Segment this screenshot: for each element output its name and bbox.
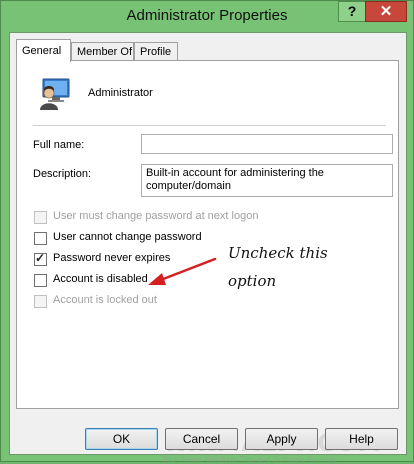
close-button[interactable]: ✕: [365, 1, 407, 22]
help-button[interactable]: Help: [325, 428, 398, 450]
tab-general[interactable]: General: [16, 39, 71, 62]
password-never-expires-checkbox[interactable]: ✓: [34, 251, 47, 266]
account-locked-out-label: Account is locked out: [53, 294, 157, 306]
must-change-password-label: User must change password at next logon: [53, 210, 259, 222]
annotation-arrow-icon: [148, 257, 217, 285]
tab-profile[interactable]: Profile: [134, 42, 178, 61]
help-title-button[interactable]: ?: [338, 1, 366, 22]
properties-window: Administrator Properties ? ✕ General Mem…: [0, 0, 414, 464]
full-name-label: Full name:: [33, 139, 85, 151]
separator: [33, 125, 386, 126]
description-field[interactable]: Built-in account for administering the c…: [141, 164, 393, 197]
title-bar[interactable]: Administrator Properties ? ✕: [1, 1, 413, 33]
account-locked-out-checkbox[interactable]: [34, 295, 47, 308]
annotation-line-1: Uncheck this: [228, 244, 328, 262]
tab-member-of[interactable]: Member Of: [71, 42, 134, 61]
must-change-password-checkbox[interactable]: [34, 211, 47, 224]
check-mark-icon: ✓: [35, 251, 46, 265]
dialog-client-area: General Member Of Profile Administrator …: [9, 32, 407, 464]
ok-button[interactable]: OK: [85, 428, 158, 450]
cancel-button[interactable]: Cancel: [165, 428, 238, 450]
full-name-field[interactable]: [141, 134, 393, 154]
account-disabled-label: Account is disabled: [53, 273, 148, 285]
user-name-label: Administrator: [88, 87, 153, 99]
cannot-change-password-label: User cannot change password: [53, 231, 202, 243]
apply-button[interactable]: Apply: [245, 428, 318, 450]
description-label: Description:: [33, 168, 92, 180]
annotation-line-2: option: [228, 272, 277, 290]
general-tab-panel: Administrator Full name: Description: Bu…: [16, 60, 399, 409]
user-account-icon: [40, 78, 70, 110]
watermark-tagline: Tech News, Windows Tips and Software Rev…: [162, 455, 337, 464]
account-disabled-checkbox[interactable]: [34, 274, 47, 287]
cannot-change-password-checkbox[interactable]: [34, 232, 47, 245]
